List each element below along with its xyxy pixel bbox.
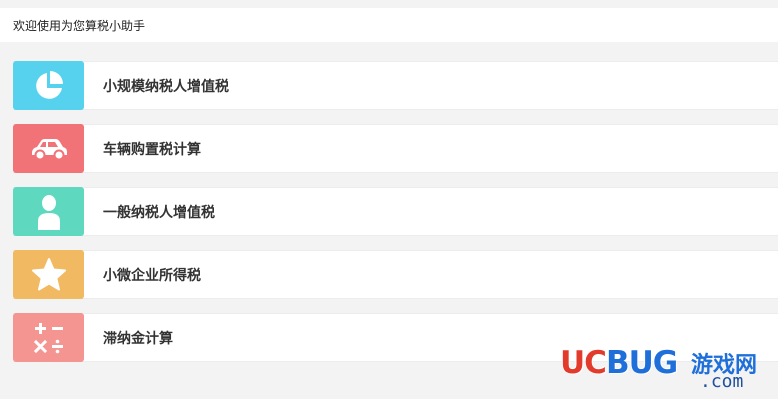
menu-item-label: 一般纳税人增值税 bbox=[103, 204, 215, 221]
calculator-icon bbox=[13, 313, 84, 362]
menu-item-label: 小规模纳税人增值税 bbox=[103, 78, 229, 95]
menu-item-small-scale-vat[interactable]: 小规模纳税人增值税 bbox=[13, 61, 778, 110]
menu-item-label: 小微企业所得税 bbox=[103, 267, 201, 284]
menu-item-small-micro-income-tax[interactable]: 小微企业所得税 bbox=[13, 250, 778, 299]
header-bar: 欢迎使用为您算税小助手 bbox=[0, 8, 778, 42]
car-icon bbox=[13, 124, 84, 173]
watermark-brand: UCBUG bbox=[560, 345, 678, 381]
menu-item-vehicle-purchase-tax[interactable]: 车辆购置税计算 bbox=[13, 124, 778, 173]
pie-chart-icon bbox=[13, 61, 84, 110]
watermark-logo: UCBUG 游戏网 .com bbox=[560, 345, 770, 395]
welcome-text: 欢迎使用为您算税小助手 bbox=[13, 18, 146, 33]
menu-item-label: 滞纳金计算 bbox=[103, 330, 173, 347]
watermark-domain: .com bbox=[700, 371, 744, 392]
star-icon bbox=[13, 250, 84, 299]
person-icon bbox=[13, 187, 84, 236]
menu-item-general-vat[interactable]: 一般纳税人增值税 bbox=[13, 187, 778, 236]
menu-item-label: 车辆购置税计算 bbox=[103, 141, 201, 158]
